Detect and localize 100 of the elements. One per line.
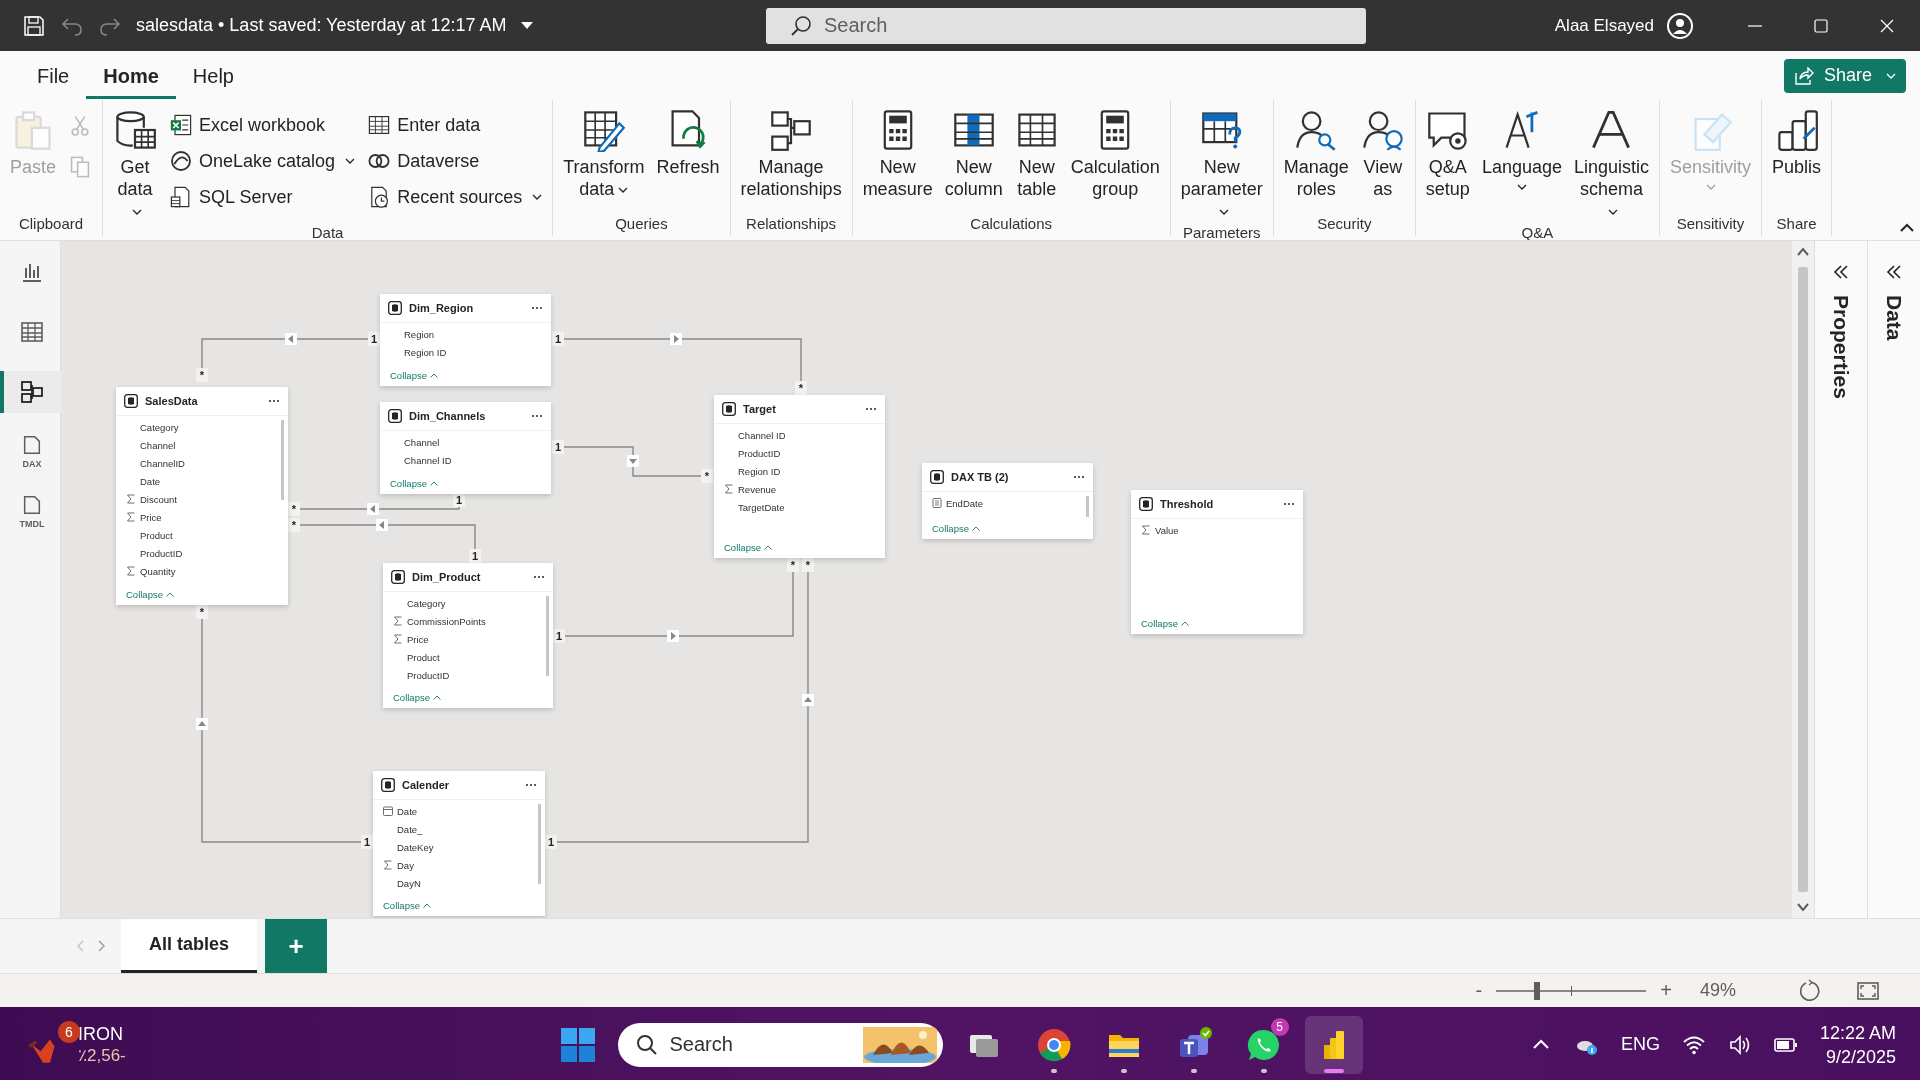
more-icon[interactable] <box>1283 502 1295 506</box>
page-tab[interactable]: All tables <box>121 919 258 973</box>
menu-tab[interactable]: File <box>20 52 87 99</box>
view-button[interactable] <box>0 371 61 413</box>
ribbon-button[interactable]: Transform data <box>559 106 649 202</box>
search-field[interactable]: Search <box>766 7 1366 44</box>
more-icon[interactable] <box>533 575 545 579</box>
table-card[interactable]: Dim_Product Category CommissionPoints Price Product ProductID Collapse <box>383 563 553 708</box>
more-icon[interactable] <box>268 399 280 403</box>
ribbon-button[interactable]: Linguistic schema <box>1569 106 1653 224</box>
relationship-line[interactable] <box>299 503 460 515</box>
relationship-line[interactable] <box>563 446 702 477</box>
language-indicator[interactable]: ENG <box>1620 1034 1660 1055</box>
ribbon-button[interactable]: Get data <box>109 106 162 224</box>
table-card[interactable]: SalesData Category Channel ChannelID Date Discount Price Product ProductID Quantity Collapse <box>116 387 288 605</box>
collapse-link[interactable]: Collapse <box>932 522 980 534</box>
view-button[interactable]: TMDL <box>0 491 61 533</box>
table-card[interactable]: Dim_Region Region Region ID Collapse <box>380 294 551 386</box>
field-row[interactable]: Discount <box>116 490 288 508</box>
more-icon[interactable] <box>531 414 543 418</box>
ribbon-button[interactable]: Manage relationships <box>736 106 846 202</box>
table-card[interactable]: Threshold Value Collapse <box>1131 490 1303 634</box>
field-row[interactable]: Date <box>116 472 288 490</box>
field-row[interactable]: Value <box>1131 521 1303 539</box>
field-row[interactable]: Region <box>380 325 551 343</box>
search-field[interactable]: Search <box>617 1022 943 1067</box>
more-icon[interactable] <box>1073 475 1085 479</box>
ribbon-button[interactable]: View as <box>1356 106 1409 202</box>
field-row[interactable]: Category <box>116 418 288 436</box>
ribbon-button[interactable]: New measure <box>858 106 937 202</box>
field-row[interactable]: Channel ID <box>714 426 885 444</box>
more-icon[interactable] <box>865 407 877 411</box>
avatar-icon[interactable] <box>1666 11 1694 40</box>
field-row[interactable]: Region ID <box>714 462 885 480</box>
ribbon-button[interactable]: Q&A setup <box>1421 106 1474 202</box>
field-row[interactable]: ChannelID <box>116 454 288 472</box>
taskbar-app[interactable] <box>1304 1015 1363 1074</box>
table-card[interactable]: Target Channel ID ProductID Region ID Revenue TargetDate Collapse <box>714 395 885 558</box>
field-row[interactable]: DayN <box>373 874 545 892</box>
field-row[interactable]: Date <box>373 802 545 820</box>
reset-icon[interactable] <box>1798 978 1822 1003</box>
field-row[interactable]: Category <box>383 594 553 612</box>
collapse-link[interactable]: Collapse <box>390 369 438 381</box>
field-row[interactable]: Channel ID <box>380 451 551 469</box>
zoom-in-button[interactable]: + <box>1658 979 1674 1002</box>
field-row[interactable]: Day <box>373 856 545 874</box>
field-row[interactable]: Channel <box>380 433 551 451</box>
field-row[interactable]: Revenue <box>714 480 885 498</box>
share-button[interactable]: Share <box>1783 58 1906 93</box>
field-row[interactable]: Price <box>116 508 288 526</box>
field-row[interactable]: ProductID <box>116 544 288 562</box>
field-row[interactable]: Product <box>383 648 553 666</box>
ribbon-button[interactable]: Manage roles <box>1279 106 1353 202</box>
expand-icon[interactable] <box>1832 263 1851 281</box>
clock-time[interactable]: 12:22 AM <box>1819 1020 1896 1045</box>
volume-icon[interactable] <box>1727 1032 1752 1057</box>
collapse-link[interactable]: Collapse <box>393 691 441 703</box>
field-row[interactable]: Date_ <box>373 820 545 838</box>
ribbon-button[interactable]: SQL Server <box>165 182 360 212</box>
more-icon[interactable] <box>531 306 543 310</box>
ribbon-button[interactable]: Excel workbook <box>165 110 360 140</box>
slider-thumb[interactable] <box>1533 981 1540 1000</box>
table-card[interactable]: DAX TB (2) EndDate Collapse <box>922 463 1093 539</box>
collapse-ribbon-icon[interactable] <box>1900 223 1914 232</box>
ribbon-button[interactable]: Refresh <box>652 106 724 180</box>
add-tab-button[interactable]: + <box>265 919 328 973</box>
collapse-link[interactable]: Collapse <box>724 541 772 553</box>
pane-title[interactable]: Properties <box>1829 295 1854 399</box>
menu-tab[interactable]: Help <box>175 52 251 99</box>
zoom-out-button[interactable]: - <box>1473 979 1485 1002</box>
ribbon-button[interactable]: Publis <box>1768 106 1826 180</box>
field-row[interactable]: Price <box>383 630 553 648</box>
scroll-thumb[interactable] <box>281 420 284 500</box>
field-row[interactable]: Region ID <box>380 343 551 361</box>
save-icon[interactable] <box>22 13 46 38</box>
field-row[interactable]: Channel <box>116 436 288 454</box>
table-card[interactable]: Dim_Channels Channel Channel ID Collapse <box>380 402 551 494</box>
field-row[interactable]: CommissionPoints <box>383 612 553 630</box>
expand-icon[interactable] <box>1885 263 1903 281</box>
relationship-line[interactable] <box>299 519 476 550</box>
collapse-link[interactable]: Collapse <box>126 588 174 600</box>
ribbon-button[interactable]: Dataverse <box>363 146 547 176</box>
field-row[interactable]: DateKey <box>373 838 545 856</box>
collapse-link[interactable]: Collapse <box>1141 617 1189 629</box>
ribbon-button[interactable]: New table <box>1010 106 1063 202</box>
collapse-link[interactable]: Collapse <box>383 899 431 911</box>
ribbon-button[interactable]: Enter data <box>363 110 547 140</box>
field-row[interactable]: Quantity <box>116 562 288 580</box>
ribbon-button[interactable]: New parameter <box>1176 106 1267 224</box>
table-card[interactable]: Calender Date Date_ DateKey Day DayN Collapse <box>373 771 545 916</box>
scroll-thumb[interactable] <box>546 596 549 676</box>
ribbon-button[interactable]: Recent sources <box>363 182 547 212</box>
clock-date[interactable]: 9/2/2025 <box>1825 1044 1896 1069</box>
taskbar-app[interactable]: 5 <box>1234 1015 1293 1074</box>
field-row[interactable]: ProductID <box>714 444 885 462</box>
field-row[interactable]: EndDate <box>922 494 1093 512</box>
ribbon-button[interactable]: Calculation group <box>1066 106 1164 202</box>
view-button[interactable]: DAX <box>0 431 61 473</box>
pane-title[interactable]: Data <box>1882 295 1906 341</box>
scroll-thumb[interactable] <box>1798 267 1809 892</box>
